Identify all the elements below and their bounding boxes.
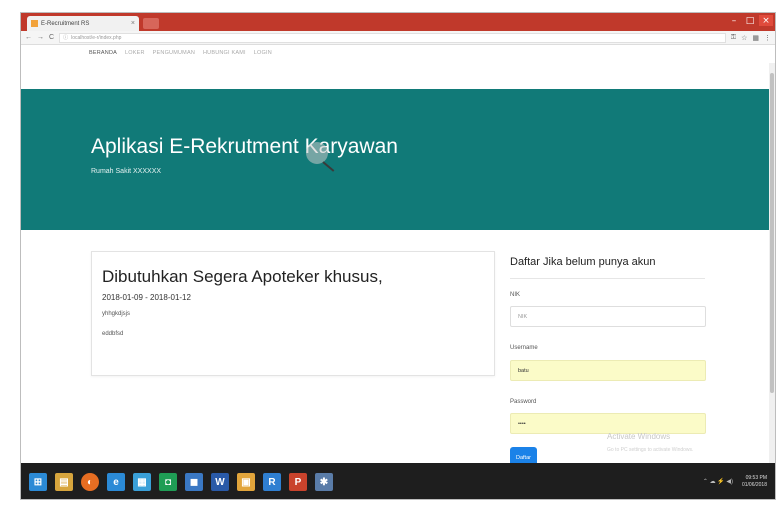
media-icon[interactable]: ◼ [185, 473, 203, 491]
remote-icon[interactable]: R [263, 473, 281, 491]
hero-banner: Aplikasi E-Rekrutment Karyawan Rumah Sak… [21, 89, 775, 230]
site-navigation: BERANDA LOKER PENGUMUMAN HUBUNGI KAMI LO… [21, 45, 775, 89]
username-label: Username [510, 345, 538, 351]
nik-field[interactable]: NIK [510, 306, 706, 327]
nik-label: NIK [510, 292, 521, 298]
ie-icon[interactable]: e [107, 473, 125, 491]
password-label: Password [510, 399, 537, 405]
site-info-icon: ⓘ [63, 35, 69, 41]
page-scrollbar[interactable] [769, 63, 775, 468]
firefox-icon[interactable]: ◐ [81, 473, 99, 491]
password-value: •••• [518, 420, 526, 427]
nav-item-beranda[interactable]: BERANDA [89, 50, 117, 56]
system-clock[interactable]: 09:53 PM 01/06/2018 [742, 475, 767, 489]
reload-icon[interactable]: C [49, 34, 54, 41]
maximize-button[interactable]: □ [743, 15, 757, 26]
clock-time: 09:53 PM [745, 475, 767, 481]
clock-date: 01/06/2018 [741, 482, 767, 488]
close-window-button[interactable]: × [759, 15, 773, 26]
divider [510, 278, 705, 279]
minimize-button[interactable]: – [727, 15, 741, 26]
browser-tab-bar: E-Recruitment RS × – □ × [21, 13, 775, 31]
hero-title: Aplikasi E-Rekrutment Karyawan [91, 135, 398, 158]
job-date-range: 2018-01-09 - 2018-01-12 [102, 293, 191, 302]
new-tab-button[interactable] [143, 18, 159, 29]
forward-icon[interactable]: → [37, 34, 44, 41]
hero-subtitle: Rumah Sakit XXXXXX [91, 168, 162, 175]
browser-window: E-Recruitment RS × – □ × ← → C ⓘ localho… [20, 12, 776, 500]
tab-close-icon[interactable]: × [131, 20, 135, 27]
word-icon[interactable]: W [211, 473, 229, 491]
nav-item-loker[interactable]: LOKER [125, 50, 145, 56]
job-description-line: yhhgkdjsjs [102, 311, 131, 317]
powerpoint-icon[interactable]: P [289, 473, 307, 491]
cursor-highlight [306, 142, 328, 164]
nav-item-hubungi-kami[interactable]: HUBUNGI KAMI [203, 50, 246, 56]
username-field[interactable]: batu [510, 360, 706, 381]
back-icon[interactable]: ← [25, 34, 32, 41]
photos-icon[interactable]: ▦ [133, 473, 151, 491]
system-tray-icons[interactable]: ⌃ ☁ ⚡ ◀) [703, 478, 733, 485]
folder-icon[interactable]: ▣ [237, 473, 255, 491]
nav-item-pengumuman[interactable]: PENGUMUMAN [153, 50, 195, 56]
scrollbar-thumb[interactable] [770, 73, 774, 393]
browser-tab[interactable]: E-Recruitment RS × [27, 16, 139, 31]
file-explorer-icon[interactable]: ▤ [55, 473, 73, 491]
windows-start-icon[interactable]: ⊞ [29, 473, 47, 491]
register-heading: Daftar Jika belum punya akun [510, 256, 656, 268]
nik-placeholder: NIK [518, 313, 528, 320]
job-description-line: eddbfsd [102, 331, 124, 337]
url-text: localhost/e-r/index.php [71, 34, 122, 41]
browser-toolbar: ⚿ ☆ ▦ ⋮ [731, 34, 771, 42]
windows-taskbar: ⊞ ▤ ◐ e ▦ ◘ ◼ W ▣ R P ✱ ⌃ ☁ ⚡ ◀) 09:53 P… [21, 463, 775, 499]
username-value: batu [518, 367, 529, 374]
settings-icon[interactable]: ✱ [315, 473, 333, 491]
address-bar-row: ← → C ⓘ localhost/e-r/index.php ⚿ ☆ ▦ ⋮ [21, 31, 775, 45]
nav-item-login[interactable]: LOGIN [254, 50, 272, 56]
url-input[interactable]: ⓘ localhost/e-r/index.php [59, 32, 726, 43]
window-controls: – □ × [727, 15, 773, 26]
menu-icon[interactable]: ⋮ [764, 34, 771, 42]
favicon-icon [31, 20, 38, 27]
activate-windows-subtitle: Go to PC settings to activate Windows. [607, 447, 694, 453]
job-posting-card: Dibutuhkan Segera Apoteker khusus, 2018-… [91, 251, 495, 376]
activate-windows-title: Activate Windows [607, 432, 671, 441]
cursor-pointer-icon [322, 161, 335, 172]
store-icon[interactable]: ◘ [159, 473, 177, 491]
job-title[interactable]: Dibutuhkan Segera Apoteker khusus, [102, 267, 383, 287]
key-icon[interactable]: ⚿ [731, 34, 736, 42]
tab-title: E-Recruitment RS [41, 20, 90, 27]
password-field[interactable]: •••• [510, 413, 706, 434]
star-icon[interactable]: ☆ [741, 34, 747, 42]
extensions-icon[interactable]: ▦ [752, 34, 759, 42]
